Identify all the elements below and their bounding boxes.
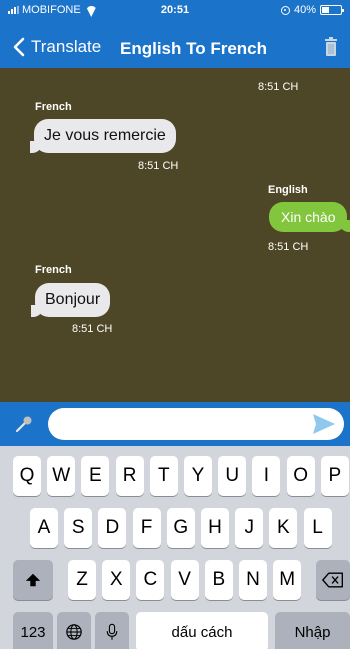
top-timestamp: 8:51 CH (258, 81, 299, 93)
chat-area[interactable]: 8:51 CH French Je vous remercie 8:51 CH … (0, 68, 350, 402)
shift-key[interactable] (13, 560, 53, 600)
send-icon[interactable] (312, 413, 336, 435)
keyboard: 123 dấu cách Nhập QWERTYUIOP ASDFGHJKL ZXC… (0, 446, 350, 649)
backspace-key[interactable] (316, 560, 350, 600)
key-f[interactable]: F (132, 508, 161, 548)
microphone-icon (106, 623, 118, 640)
key-q[interactable]: Q (13, 456, 41, 496)
key-b[interactable]: B (204, 560, 233, 600)
key-a[interactable]: A (30, 508, 58, 548)
globe-icon (66, 624, 82, 640)
battery-percent: 40% (293, 4, 316, 16)
message-bubble-outgoing[interactable]: Xin chào (269, 202, 350, 232)
shift-icon (25, 573, 41, 587)
page-title: English To French (120, 39, 268, 58)
key-d[interactable]: D (98, 508, 127, 548)
key-p[interactable]: P (320, 456, 349, 496)
dictation-key[interactable] (95, 612, 129, 649)
message-bubble-incoming[interactable]: Bonjour (30, 283, 111, 317)
key-x[interactable]: X (102, 560, 131, 600)
message-label: French (35, 101, 72, 113)
key-r[interactable]: R (115, 456, 144, 496)
key-u[interactable]: U (218, 456, 247, 496)
key-s[interactable]: S (64, 508, 93, 548)
return-key[interactable]: Nhập (275, 612, 350, 649)
key-k[interactable]: K (269, 508, 298, 548)
key-t[interactable]: T (149, 456, 178, 496)
key-n[interactable]: N (239, 560, 267, 600)
backspace-icon (322, 572, 343, 588)
key-y[interactable]: Y (184, 456, 212, 496)
orientation-lock-icon (280, 5, 290, 15)
battery-fill (322, 7, 329, 13)
back-button[interactable]: Translate (12, 37, 101, 57)
message-time: 8:51 CH (268, 241, 309, 253)
nav-bar: Translate English To French (0, 28, 350, 68)
key-i[interactable]: I (252, 456, 281, 496)
key-o[interactable]: O (286, 456, 315, 496)
message-time: 8:51 CH (138, 160, 179, 172)
message-time: 8:51 CH (72, 323, 113, 335)
message-label: French (35, 264, 72, 276)
status-bar: MOBIFONE 20:51 40% (0, 0, 350, 20)
microphone-icon[interactable] (14, 414, 34, 434)
key-e[interactable]: E (81, 456, 110, 496)
key-z[interactable]: Z (68, 560, 96, 600)
key-c[interactable]: C (136, 560, 165, 600)
key-m[interactable]: M (273, 560, 302, 600)
message-bubble-incoming[interactable]: Je vous remercie (30, 119, 176, 153)
trash-icon[interactable] (324, 37, 338, 57)
key-g[interactable]: G (166, 508, 195, 548)
app-header: MOBIFONE 20:51 40% Translate English To … (0, 0, 350, 68)
key-l[interactable]: L (303, 508, 332, 548)
message-label: English (268, 184, 308, 196)
chevron-left-icon (13, 37, 25, 57)
battery-icon (320, 5, 344, 15)
space-key[interactable]: dấu cách (136, 612, 268, 649)
key-v[interactable]: V (170, 560, 199, 600)
numbers-key[interactable]: 123 (13, 612, 53, 649)
message-input[interactable] (48, 408, 344, 440)
key-w[interactable]: W (47, 456, 76, 496)
status-right: 40% (280, 4, 344, 16)
back-label: Translate (31, 37, 102, 56)
key-h[interactable]: H (201, 508, 229, 548)
input-bar (0, 402, 350, 446)
key-j[interactable]: J (235, 508, 264, 548)
globe-key[interactable] (57, 612, 91, 649)
